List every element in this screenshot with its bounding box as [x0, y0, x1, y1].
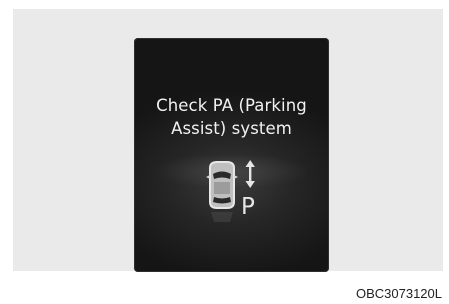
warning-message-line-2: Assist) system [171, 119, 292, 138]
car-mirror-left [206, 175, 210, 179]
parking-letter: P [241, 194, 255, 220]
figure-code: OBC3073120L [355, 286, 442, 301]
warning-message: Check PA (Parking Assist) system [134, 94, 329, 140]
cluster-display: Check PA (Parking Assist) system P [134, 38, 329, 272]
parking-assist-car-icon: P [206, 160, 255, 222]
car-reflection [211, 212, 233, 222]
car-mirror-right [234, 175, 238, 179]
car-roof [214, 182, 230, 194]
up-down-arrow-icon [245, 160, 255, 188]
warning-message-line-1: Check PA (Parking [156, 96, 307, 115]
